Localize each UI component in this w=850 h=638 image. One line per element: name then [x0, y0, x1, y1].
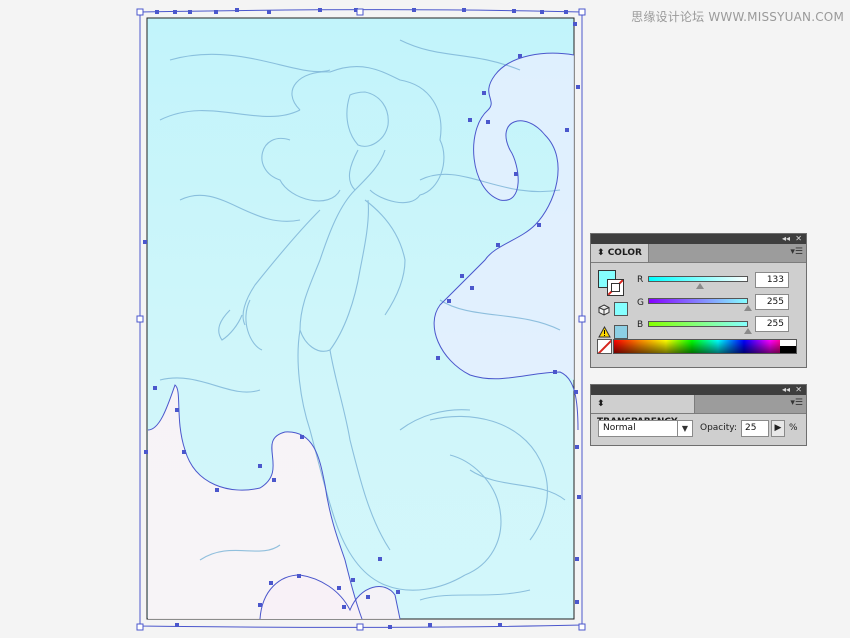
- transparency-panel[interactable]: ◂◂ ✕ ⬍ TRANSPARENCY ▾☰ Normal ▼ Opacity:…: [590, 384, 807, 446]
- color-panel-tabrow: ⬍ COLOR ▾☰: [591, 244, 806, 263]
- tab-arrows-icon: ⬍: [597, 399, 605, 409]
- color-panel[interactable]: ◂◂ ✕ ⬍ COLOR ▾☰ R 133 G 255 B 255: [590, 233, 807, 368]
- tab-arrows-icon: ⬍: [597, 248, 605, 258]
- slider-r-thumb[interactable]: [696, 283, 704, 289]
- opacity-input[interactable]: 25: [741, 420, 769, 437]
- double-chevron-icon[interactable]: ◂◂: [782, 385, 790, 395]
- slider-b-thumb[interactable]: [744, 328, 752, 334]
- chevron-down-icon[interactable]: ▼: [677, 421, 692, 436]
- black-white-swatches[interactable]: [780, 340, 796, 353]
- color-panel-topbar[interactable]: ◂◂ ✕: [591, 234, 806, 244]
- blend-mode-select[interactable]: Normal ▼: [598, 420, 693, 437]
- slider-g-thumb[interactable]: [744, 305, 752, 311]
- slider-r-track[interactable]: [648, 276, 748, 282]
- channel-label-b: B: [637, 320, 644, 330]
- close-panel-icon[interactable]: ✕: [795, 385, 802, 395]
- transparency-panel-topbar[interactable]: ◂◂ ✕: [591, 385, 806, 395]
- out-of-gamut-warning-icon[interactable]: [598, 326, 611, 338]
- channel-r-value[interactable]: 133: [755, 272, 789, 288]
- web-safe-color-chip[interactable]: [614, 302, 628, 316]
- panel-menu-icon[interactable]: ▾☰: [790, 247, 803, 258]
- channel-g-value[interactable]: 255: [755, 294, 789, 310]
- web-safe-cube-icon[interactable]: [598, 304, 610, 316]
- transparency-panel-tabrow: ⬍ TRANSPARENCY ▾☰: [591, 395, 806, 427]
- gamut-color-chip[interactable]: [614, 325, 628, 339]
- close-panel-icon[interactable]: ✕: [795, 234, 802, 244]
- stroke-color-swatch[interactable]: [607, 279, 624, 296]
- opacity-label: Opacity:: [700, 423, 737, 433]
- panel-menu-icon[interactable]: ▾☰: [790, 398, 803, 409]
- slider-b-track[interactable]: [648, 321, 748, 327]
- slider-g-track[interactable]: [648, 298, 748, 304]
- double-chevron-icon[interactable]: ◂◂: [782, 234, 790, 244]
- opacity-unit: %: [789, 423, 798, 433]
- channel-b-value[interactable]: 255: [755, 316, 789, 332]
- none-color-swatch[interactable]: [597, 339, 612, 354]
- channel-label-r: R: [637, 275, 644, 285]
- tab-transparency[interactable]: ⬍ TRANSPARENCY: [591, 395, 695, 427]
- tab-color[interactable]: ⬍ COLOR: [591, 244, 649, 262]
- color-spectrum-bar[interactable]: [613, 339, 797, 354]
- opacity-slider-toggle[interactable]: ▶: [771, 420, 785, 437]
- black-swatch[interactable]: [780, 346, 796, 353]
- channel-label-g: G: [637, 298, 644, 308]
